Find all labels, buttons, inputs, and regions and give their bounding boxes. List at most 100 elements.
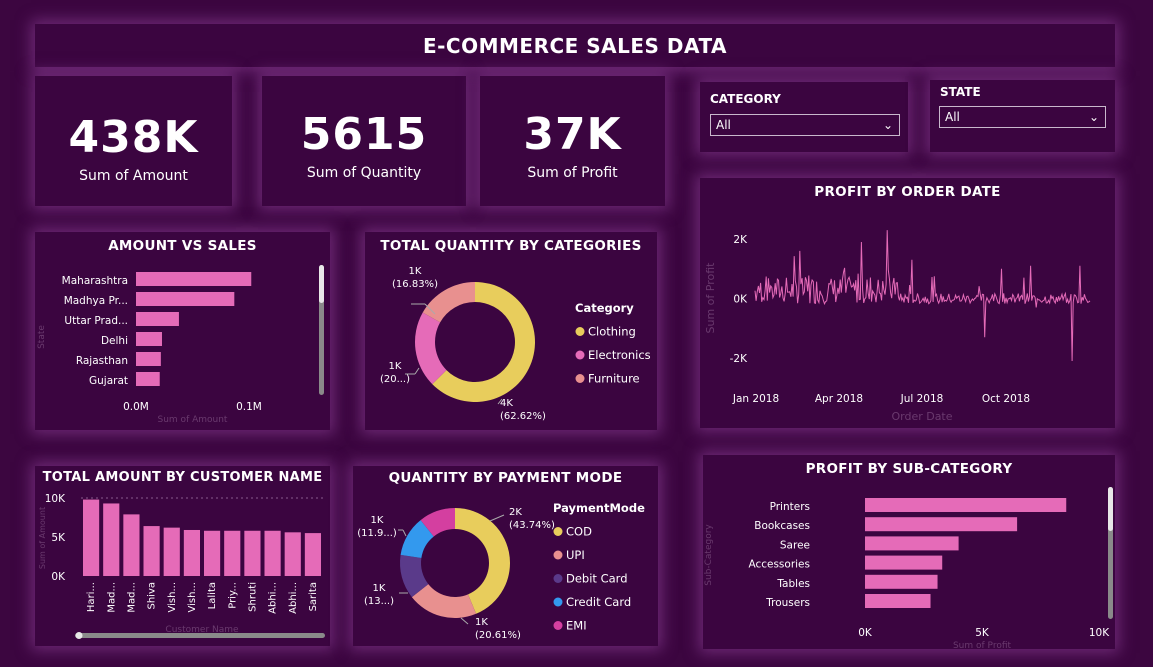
profit-by-subcategory-visual[interactable]: PROFIT BY SUB-CATEGORY Printers Bookcases… bbox=[703, 455, 1115, 649]
leader-line bbox=[402, 529, 407, 537]
scrollbar-thumb bbox=[319, 265, 324, 303]
kpi-card-quantity[interactable]: 5615 Sum of Quantity bbox=[262, 76, 466, 206]
data-label: 1K bbox=[371, 515, 384, 526]
kpi-value: 5615 bbox=[300, 109, 428, 160]
y-tick-label: Saree bbox=[780, 539, 810, 551]
chevron-down-icon: ⌄ bbox=[1088, 110, 1099, 124]
amount-by-customer-visual[interactable]: TOTAL AMOUNT BY CUSTOMER NAME 10K 5K 0K Har… bbox=[35, 466, 330, 646]
data-label-percent: (13...) bbox=[364, 596, 394, 607]
kpi-label: Sum of Amount bbox=[79, 168, 188, 184]
legend-entry: Credit Card bbox=[566, 595, 631, 609]
series-line bbox=[754, 230, 1091, 362]
y-tick-label: Madhya Pr... bbox=[64, 295, 128, 307]
quantity-by-payment-visual[interactable]: QUANTITY BY PAYMENT MODE PaymentMode COD U… bbox=[353, 466, 658, 646]
x-tick-label: 0.1M bbox=[236, 401, 262, 413]
amount-vs-sales-visual[interactable]: AMOUNT VS SALES Maharashtra Madhya Pr... U… bbox=[35, 232, 330, 430]
y-tick-label: 10K bbox=[45, 493, 66, 505]
x-tick-label: Mad... bbox=[126, 582, 137, 613]
bar bbox=[224, 530, 241, 576]
bar bbox=[204, 530, 221, 576]
dropdown-value: All bbox=[716, 118, 731, 132]
data-label-percent: (20.61%) bbox=[475, 630, 521, 641]
profit-by-order-date-visual[interactable]: PROFIT BY ORDER DATE 2K 0K -2K Jan 2018 Apr … bbox=[700, 178, 1115, 428]
leader-line bbox=[414, 367, 420, 375]
data-label-percent: (11.9...) bbox=[357, 528, 397, 539]
bar bbox=[865, 574, 938, 589]
legend-title: Category bbox=[575, 301, 634, 315]
profit-by-subcategory-chart: Printers Bookcases Saree Accessories Tables T… bbox=[704, 487, 1113, 649]
x-tick-label: Sarita bbox=[308, 582, 319, 611]
legend-marker bbox=[553, 621, 563, 630]
y-tick-label: 0K bbox=[51, 571, 66, 583]
y-tick-label: 2K bbox=[733, 234, 748, 246]
x-tick-label: Apr 2018 bbox=[815, 393, 863, 405]
data-label: 1K bbox=[373, 583, 386, 594]
scrollbar-thumb bbox=[75, 632, 83, 639]
data-label: 1K bbox=[475, 617, 488, 628]
bar bbox=[136, 312, 179, 326]
data-label-percent: (62.62%) bbox=[500, 411, 546, 422]
kpi-label: Sum of Profit bbox=[527, 165, 618, 181]
y-tick-label: Delhi bbox=[101, 335, 128, 347]
kpi-value: 37K bbox=[523, 109, 622, 160]
y-tick-label: Printers bbox=[770, 501, 810, 513]
data-label: 1K bbox=[389, 361, 402, 372]
x-tick-label: Oct 2018 bbox=[982, 393, 1030, 405]
leader-line bbox=[489, 514, 505, 522]
bar bbox=[865, 594, 931, 608]
x-tick-label: 0K bbox=[858, 627, 873, 639]
data-label-percent: (20...) bbox=[380, 374, 410, 385]
bar bbox=[304, 533, 321, 576]
dropdown-value: All bbox=[945, 110, 960, 124]
kpi-card-amount[interactable]: 438K Sum of Amount bbox=[35, 76, 232, 206]
bar bbox=[143, 526, 160, 576]
x-tick-label: Jul 2018 bbox=[900, 393, 944, 405]
data-label: 1K bbox=[409, 266, 422, 277]
kpi-value: 438K bbox=[68, 112, 199, 163]
kpi-card-profit[interactable]: 37K Sum of Profit bbox=[480, 76, 665, 206]
x-tick-label: Vish... bbox=[187, 582, 198, 612]
x-axis-title: Sum of Amount bbox=[158, 415, 228, 425]
x-tick-label: 5K bbox=[975, 627, 990, 639]
bar bbox=[103, 503, 120, 576]
y-axis-title: State bbox=[37, 325, 47, 349]
bar bbox=[136, 352, 161, 366]
x-axis-title: Sum of Profit bbox=[953, 641, 1012, 649]
x-axis-title: Order Date bbox=[891, 410, 952, 423]
x-tick-label: Shruti bbox=[247, 582, 258, 612]
y-tick-label: Maharashtra bbox=[62, 275, 128, 287]
y-tick-label: 0K bbox=[733, 294, 748, 306]
legend-entry: Furniture bbox=[588, 372, 640, 386]
legend-marker bbox=[575, 327, 585, 336]
y-tick-label: Bookcases bbox=[754, 520, 810, 532]
x-tick-label: Lalita bbox=[207, 582, 218, 609]
y-axis-title: Sum of Amount bbox=[38, 507, 47, 569]
bar bbox=[865, 517, 1018, 532]
data-label: 2K bbox=[509, 507, 522, 518]
x-tick-label: 10K bbox=[1089, 627, 1110, 639]
category-dropdown[interactable]: All ⌄ bbox=[710, 114, 900, 136]
legend-entry: EMI bbox=[566, 619, 587, 633]
bar bbox=[865, 498, 1067, 512]
x-tick-label: Hari... bbox=[86, 582, 97, 612]
amount-vs-sales-chart: Maharashtra Madhya Pr... Uttar Prad... Delh… bbox=[37, 265, 324, 425]
legend-title: PaymentMode bbox=[553, 501, 645, 515]
y-tick-label: Gujarat bbox=[89, 375, 128, 387]
y-axis-title: Sub-Category bbox=[704, 524, 714, 586]
bar bbox=[136, 332, 162, 346]
y-tick-label: Accessories bbox=[748, 559, 810, 571]
state-dropdown[interactable]: All ⌄ bbox=[939, 106, 1106, 128]
bar bbox=[865, 536, 959, 551]
y-tick-label: Rajasthan bbox=[76, 355, 128, 367]
bar bbox=[136, 272, 252, 286]
leader-line bbox=[460, 617, 469, 625]
quantity-by-payment-chart: PaymentMode COD UPI Debit Card Credit Card EM… bbox=[357, 501, 645, 641]
pie-slice bbox=[415, 312, 447, 385]
x-tick-label: Mad... bbox=[106, 582, 117, 613]
slicer-label: CATEGORY bbox=[710, 92, 781, 106]
quantity-by-category-visual[interactable]: TOTAL QUANTITY BY CATEGORIES Category Clo… bbox=[365, 232, 657, 430]
bar bbox=[136, 372, 160, 386]
data-label-percent: (16.83%) bbox=[392, 279, 438, 290]
data-label: 4K bbox=[500, 398, 513, 409]
bar bbox=[136, 292, 235, 306]
